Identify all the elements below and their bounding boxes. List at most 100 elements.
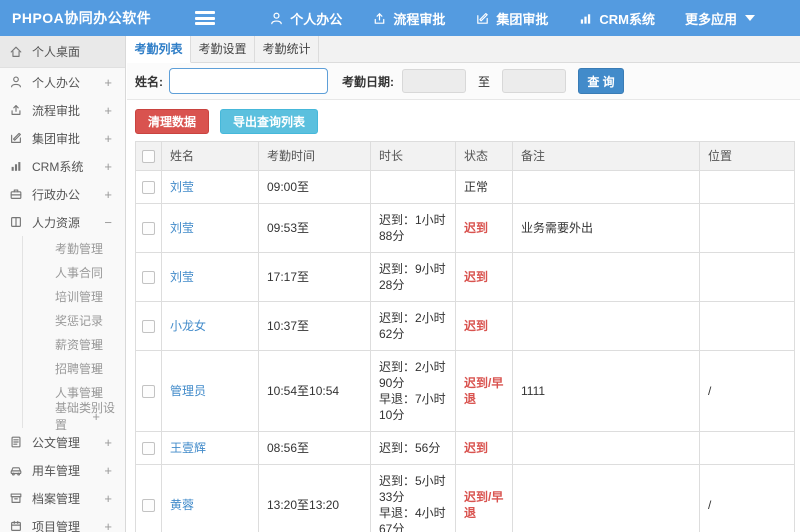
cell-status: 迟到/早退 [455,350,513,432]
row-select-cell [135,252,162,302]
cell-status: 迟到/早退 [455,464,513,532]
sidebar-item-label: CRM系统 [32,159,84,174]
sidebar-item-label: 用车管理 [32,463,81,478]
sidebar-item-流程审批[interactable]: 流程审批 + [0,96,125,124]
cell-status: 迟到 [455,301,513,351]
row-select-cell [135,464,162,532]
clean-data-button[interactable]: 清理数据 [135,109,210,134]
sidebar-item-个人办公[interactable]: 个人办公 + [0,68,125,96]
topnav-item-more-apps[interactable]: 更多应用 [685,9,755,28]
sidebar-item-招聘管理[interactable]: 招聘管理 + [0,356,125,380]
expand-icon[interactable]: + [92,385,100,400]
expand-icon[interactable]: + [104,75,112,90]
row-checkbox[interactable] [142,499,155,513]
row-select-cell [135,203,162,253]
flow-icon [372,11,387,26]
expand-icon[interactable]: + [104,435,112,450]
sidebar-item-基础类别设置[interactable]: 基础类别设置 + [0,401,125,432]
expand-icon[interactable]: + [104,519,112,532]
topnav-item-chart[interactable]: CRM系统 [578,9,655,28]
query-button[interactable]: 查 询 [578,68,625,94]
employee-name-link[interactable]: 刘莹 [170,221,194,235]
collapse-icon[interactable]: − [104,215,112,230]
menu-toggle-icon[interactable] [195,11,216,25]
cell-name: 刘莹 [161,252,259,302]
date-from-input[interactable] [402,69,466,93]
row-checkbox[interactable] [142,271,155,285]
sidebar-item-个人桌面[interactable]: 个人桌面 [0,36,125,68]
sidebar-item-CRM系统[interactable]: CRM系统 + [0,152,125,180]
employee-name-link[interactable]: 管理员 [170,384,206,398]
date-to-input[interactable] [502,69,567,93]
cell-note [512,431,700,465]
sidebar-item-薪资管理[interactable]: 薪资管理 + [0,332,125,356]
sidebar-item-人事合同[interactable]: 人事合同 [0,260,125,284]
sidebar-item-行政办公[interactable]: 行政办公 + [0,180,125,208]
sidebar-item-用车管理[interactable]: 用车管理 + [0,456,125,484]
sidebar-item-集团审批[interactable]: 集团审批 + [0,124,125,152]
employee-name-link[interactable]: 黄蓉 [170,498,194,512]
tab-考勤设置[interactable]: 考勤设置 [191,36,255,63]
expand-icon[interactable]: + [104,187,112,202]
sidebar-item-培训管理[interactable]: 培训管理 [0,284,125,308]
row-checkbox[interactable] [142,442,155,456]
sidebar-item-项目管理[interactable]: 项目管理 + [0,512,125,532]
sidebar-item-档案管理[interactable]: 档案管理 + [0,484,125,512]
select-all-checkbox[interactable] [142,150,155,164]
flow-icon [9,103,23,117]
sidebar-item-公文管理[interactable]: 公文管理 + [0,428,125,456]
cell-duration: 迟到：9小时28分 [370,252,456,302]
topnav-item-label: 更多应用 [684,11,737,27]
expand-icon[interactable]: + [104,463,112,478]
sidebar-item-label: 个人办公 [32,75,81,90]
expand-icon[interactable]: + [92,361,100,376]
cell-status: 迟到 [455,252,513,302]
row-select-cell [135,431,162,465]
sidebar-item-label: 集团审批 [32,131,81,146]
cell-attendance-time: 17:17至 [258,252,371,302]
sidebar: 个人桌面 个人办公 + 流程审批 + 集团审批 + CRM系统 + 行政办公 + 人力资源 − 考勤管理人… [0,36,126,532]
cell-note [512,170,700,204]
name-label: 姓名: [135,74,163,89]
cell-name: 王壹辉 [161,431,259,465]
cell-location [699,431,795,465]
sidebar-item-人力资源[interactable]: 人力资源 − [0,208,125,236]
expand-icon[interactable]: + [92,337,100,352]
row-checkbox[interactable] [142,222,155,236]
row-checkbox[interactable] [142,385,155,399]
export-list-button[interactable]: 导出查询列表 [220,109,319,134]
name-input[interactable] [169,68,328,94]
employee-name-link[interactable]: 小龙女 [170,319,206,333]
row-select-cell [135,301,162,351]
expand-icon[interactable]: + [92,409,100,424]
topnav-item-flow[interactable]: 流程审批 [372,9,445,28]
topnav-item-user[interactable]: 个人办公 [269,9,342,28]
row-checkbox[interactable] [142,181,155,195]
column-header-位置: 位置 [699,141,795,171]
status-badge: 迟到 [464,270,489,284]
tab-考勤列表[interactable]: 考勤列表 [127,36,191,63]
row-checkbox[interactable] [142,320,155,334]
expand-icon[interactable]: + [104,131,112,146]
expand-icon[interactable]: + [104,103,112,118]
cell-duration: 迟到：2小时62分 [370,301,456,351]
cell-status: 迟到 [455,431,513,465]
expand-icon[interactable]: + [104,491,112,506]
topnav-item-edit[interactable]: 集团审批 [475,9,548,28]
employee-name-link[interactable]: 刘莹 [170,180,194,194]
tab-strip: 考勤列表 考勤设置 考勤统计 [127,36,800,63]
sidebar-item-label: 项目管理 [32,519,81,532]
tab-考勤统计[interactable]: 考勤统计 [255,36,319,63]
attendance-table: 姓名 考勤时间 时长 状态 备注 位置 刘莹 09:00至 正常 刘莹 09:53至 迟到：1小时8… [135,141,795,532]
status-badge: 迟到 [464,441,489,455]
chart-icon [578,11,593,26]
status-badge: 迟到 [464,221,489,235]
app-logo: PHPOA协同办公软件 [12,10,152,26]
cell-status: 迟到 [455,203,513,253]
expand-icon[interactable]: + [104,159,112,174]
employee-name-link[interactable]: 刘莹 [170,270,194,284]
search-form: 姓名: 考勤日期: 至 查 询 [127,63,800,100]
sidebar-item-奖惩记录[interactable]: 奖惩记录 [0,308,125,332]
employee-name-link[interactable]: 王壹辉 [170,441,206,455]
sidebar-item-考勤管理[interactable]: 考勤管理 [0,236,125,260]
